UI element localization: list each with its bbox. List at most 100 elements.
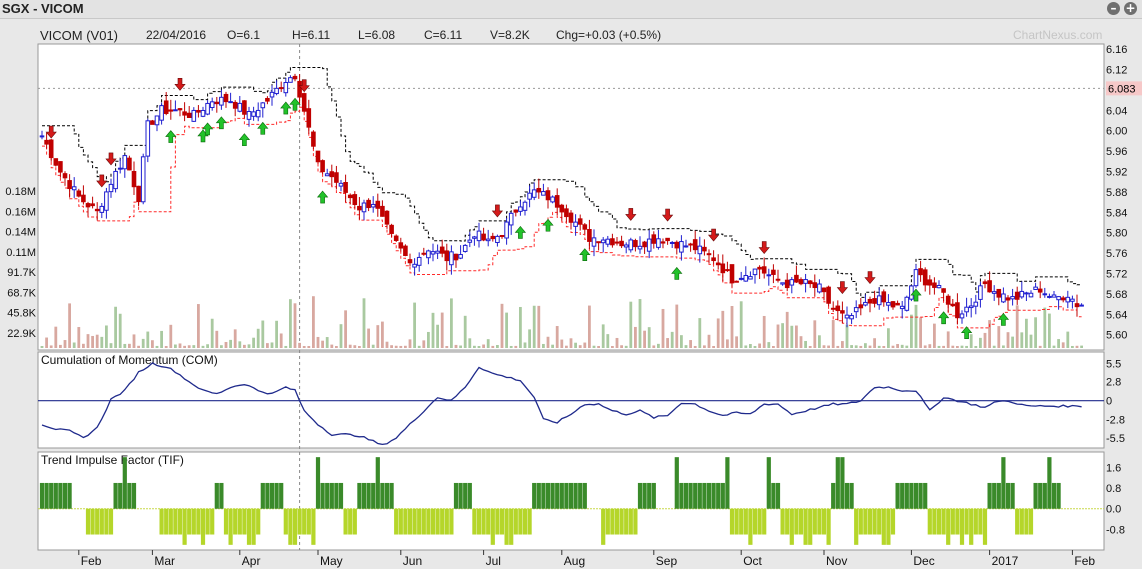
candle-up bbox=[205, 102, 210, 115]
tif-bar-negative bbox=[302, 508, 307, 535]
tif-bar-negative bbox=[817, 508, 822, 535]
candle-up bbox=[964, 306, 969, 313]
volume-bar bbox=[450, 298, 453, 348]
volume-bar bbox=[1020, 332, 1024, 348]
candle-up bbox=[522, 201, 528, 211]
candle-down bbox=[692, 239, 698, 251]
volume-bar bbox=[983, 332, 987, 348]
candle-down bbox=[614, 241, 620, 244]
tif-bar-negative bbox=[343, 508, 348, 535]
tif-bar-negative bbox=[518, 508, 523, 535]
volume-bar bbox=[1015, 305, 1019, 348]
candle-down bbox=[587, 229, 592, 242]
volume-bar bbox=[371, 344, 375, 348]
tif-bar-negative bbox=[237, 508, 242, 535]
volume-bar bbox=[220, 345, 223, 348]
volume-bar bbox=[192, 345, 196, 348]
info-volume: V=8.2K bbox=[490, 28, 530, 42]
candle-up bbox=[876, 295, 882, 306]
volume-bar bbox=[698, 318, 702, 348]
tif-bar-negative bbox=[780, 508, 785, 535]
volume-bar bbox=[804, 340, 807, 348]
volume-bar bbox=[758, 343, 761, 348]
candle-up bbox=[251, 111, 256, 117]
candle-down bbox=[232, 101, 238, 109]
volume-tick-label: 22.9K bbox=[7, 328, 36, 340]
volume-bar bbox=[753, 345, 757, 348]
candle-down bbox=[536, 187, 542, 193]
candle-up bbox=[518, 206, 523, 212]
volume-bar bbox=[160, 330, 163, 348]
volume-bar bbox=[951, 345, 955, 348]
tif-bar-positive bbox=[674, 457, 679, 509]
window-titlebar: SGX - VICOM – + bbox=[0, 0, 1142, 19]
price-tick-label: 5.88 bbox=[1106, 187, 1127, 199]
volume-bar bbox=[348, 344, 352, 348]
volume-bar bbox=[381, 321, 384, 348]
candle-down bbox=[196, 109, 201, 113]
tif-bar-positive bbox=[1038, 482, 1043, 509]
tif-bar-positive bbox=[725, 457, 730, 509]
tif-bar-positive bbox=[573, 482, 578, 509]
candle-down bbox=[439, 246, 445, 254]
tif-bar-negative bbox=[191, 508, 196, 535]
volume-bar bbox=[928, 344, 932, 348]
candle-up bbox=[605, 238, 611, 245]
volume-bar bbox=[519, 306, 522, 348]
candle-down bbox=[559, 204, 565, 213]
volume-bar bbox=[63, 340, 67, 348]
tif-bar-negative bbox=[982, 508, 988, 545]
candle-down bbox=[619, 240, 624, 247]
volume-bar bbox=[256, 328, 260, 348]
candle-down bbox=[729, 264, 735, 284]
volume-bar bbox=[390, 345, 393, 348]
volume-tick-label: 0.16M bbox=[5, 206, 36, 218]
candle-up bbox=[122, 155, 128, 170]
tif-bar-negative bbox=[1024, 508, 1029, 535]
tif-bar-positive bbox=[260, 482, 265, 509]
tif-bar-positive bbox=[831, 482, 836, 509]
volume-bar bbox=[850, 345, 853, 348]
volume-bar bbox=[247, 344, 251, 348]
volume-bar bbox=[914, 304, 918, 348]
tif-bar-negative bbox=[633, 508, 638, 535]
plus-icon[interactable]: + bbox=[1124, 2, 1137, 15]
tif-bar-negative bbox=[504, 508, 509, 545]
volume-bar bbox=[399, 345, 403, 348]
candle-up bbox=[117, 167, 123, 170]
volume-bar bbox=[923, 345, 927, 348]
candle-up bbox=[449, 251, 454, 266]
candle-down bbox=[554, 195, 560, 208]
volume-bar bbox=[606, 334, 610, 348]
candle-down bbox=[568, 212, 574, 223]
stock-chart[interactable]: VICOM (V01) 22/04/2016 O=6.1 H=6.11 L=6.… bbox=[0, 19, 1142, 569]
tif-bar-positive bbox=[683, 482, 689, 509]
candle-down bbox=[403, 245, 408, 256]
tif-bar-positive bbox=[895, 482, 900, 509]
price-tick-label: 5.76 bbox=[1106, 248, 1127, 260]
tif-bar-negative bbox=[251, 508, 256, 545]
volume-bar bbox=[560, 339, 564, 348]
volume-bar bbox=[123, 343, 127, 348]
volume-bar bbox=[210, 318, 214, 348]
tif-bar-negative bbox=[407, 508, 413, 535]
tif-bar-positive bbox=[766, 457, 771, 509]
candle-up bbox=[968, 305, 974, 309]
candle-up bbox=[338, 182, 344, 187]
tif-bar-positive bbox=[380, 482, 385, 509]
volume-bar bbox=[859, 345, 863, 348]
tif-bar-positive bbox=[53, 482, 58, 509]
tif-bar-negative bbox=[969, 508, 974, 545]
candle-up bbox=[99, 205, 105, 213]
info-change: Chg=+0.03 (+0.5%) bbox=[556, 28, 661, 42]
candle-up bbox=[904, 296, 910, 311]
tif-bar-negative bbox=[941, 508, 946, 535]
candle-up bbox=[113, 170, 118, 190]
volume-bar bbox=[215, 330, 219, 348]
candle-up bbox=[104, 191, 109, 211]
candle-down bbox=[784, 279, 790, 289]
minus-icon[interactable]: – bbox=[1107, 2, 1120, 15]
tif-bar-positive bbox=[849, 482, 854, 509]
volume-bar bbox=[546, 336, 550, 348]
tif-bar-negative bbox=[256, 508, 261, 535]
